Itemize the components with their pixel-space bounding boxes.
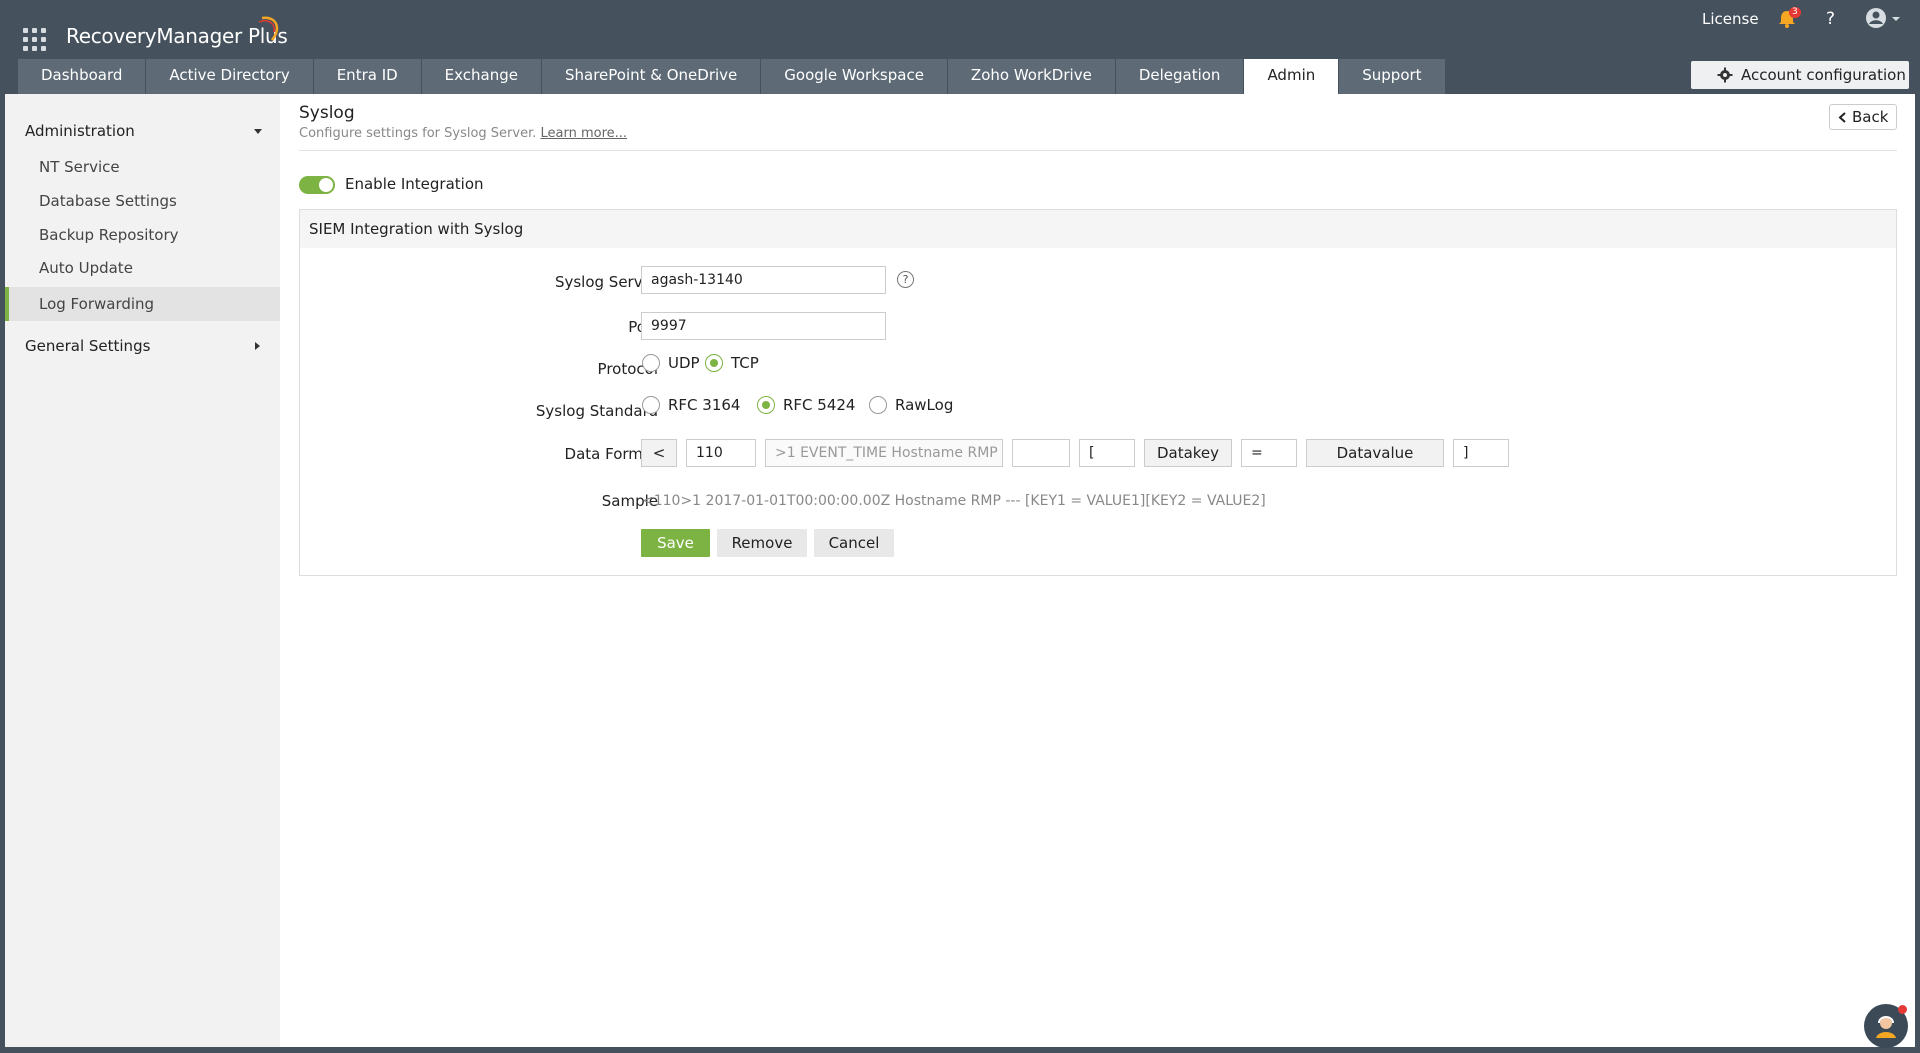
sidebar-item-auto-update[interactable]: Auto Update bbox=[5, 251, 280, 285]
main-nav-tabs: Dashboard Active Directory Entra ID Exch… bbox=[18, 59, 1446, 94]
help-icon[interactable]: ? bbox=[1826, 9, 1835, 29]
tab-delegation[interactable]: Delegation bbox=[1115, 59, 1245, 94]
tab-google-workspace[interactable]: Google Workspace bbox=[761, 59, 948, 94]
port-input[interactable]: 9997 bbox=[641, 312, 886, 340]
standard-rfc3164-radio[interactable] bbox=[642, 396, 660, 414]
app-name: RecoveryManager bbox=[66, 24, 242, 48]
standard-rfc3164-label: RFC 3164 bbox=[668, 396, 741, 414]
protocol-tcp-radio[interactable] bbox=[705, 354, 723, 372]
format-empty-input[interactable] bbox=[1012, 439, 1070, 467]
tab-zoho-workdrive[interactable]: Zoho WorkDrive bbox=[947, 59, 1116, 94]
sidebar-item-backup-repository[interactable]: Backup Repository bbox=[5, 218, 280, 252]
format-datakey-box: Datakey bbox=[1144, 439, 1232, 467]
standard-rfc5424-label: RFC 5424 bbox=[783, 396, 856, 414]
sidebar-item-database-settings[interactable]: Database Settings bbox=[5, 184, 280, 218]
license-link[interactable]: License bbox=[1702, 10, 1759, 28]
account-configuration-label: Account configuration bbox=[1741, 66, 1906, 84]
protocol-udp-radio[interactable] bbox=[642, 354, 660, 372]
syslog-server-input[interactable]: agash-13140 bbox=[641, 266, 886, 294]
learn-more-link[interactable]: Learn more... bbox=[541, 126, 628, 141]
format-datavalue-box: Datavalue bbox=[1306, 439, 1444, 467]
top-header: RecoveryManager Plus License 3 ? Dashboa… bbox=[0, 0, 1920, 94]
tab-active-directory[interactable]: Active Directory bbox=[146, 59, 314, 94]
chevron-left-icon bbox=[1838, 112, 1846, 123]
standard-rawlog-label: RawLog bbox=[895, 396, 954, 414]
app-logo[interactable]: RecoveryManager Plus bbox=[66, 24, 288, 48]
toggle-knob bbox=[319, 178, 333, 192]
gear-icon bbox=[1717, 67, 1733, 83]
tab-entra-id[interactable]: Entra ID bbox=[313, 59, 422, 94]
page-subtitle-text: Configure settings for Syslog Server. bbox=[299, 126, 537, 141]
tab-exchange[interactable]: Exchange bbox=[421, 59, 542, 94]
account-configuration-button[interactable]: Account configuration bbox=[1691, 61, 1909, 89]
chat-notification-dot bbox=[1898, 1005, 1907, 1014]
format-equals-input[interactable]: = bbox=[1241, 439, 1297, 467]
page-title: Syslog bbox=[299, 103, 355, 123]
logo-swoosh-icon bbox=[258, 16, 279, 41]
caret-right-icon bbox=[255, 342, 260, 350]
siem-integration-panel: SIEM Integration with Syslog Syslog Serv… bbox=[299, 209, 1897, 576]
tab-support[interactable]: Support bbox=[1339, 59, 1446, 94]
format-close-bracket-input[interactable]: ] bbox=[1453, 439, 1509, 467]
sidebar-section-label: Administration bbox=[25, 122, 135, 140]
format-open-bracket-input[interactable]: [ bbox=[1079, 439, 1135, 467]
sidebar-item-log-forwarding[interactable]: Log Forwarding bbox=[5, 287, 280, 321]
save-button[interactable]: Save bbox=[641, 529, 710, 557]
app-grid-icon[interactable] bbox=[23, 28, 47, 52]
syslog-standard-label: Syslog Standard bbox=[535, 402, 658, 420]
format-header-input[interactable]: >1 EVENT_TIME Hostname RMP bbox=[765, 439, 1003, 467]
format-priority-input[interactable]: 110 bbox=[686, 439, 756, 467]
help-question-icon[interactable]: ? bbox=[897, 271, 914, 288]
main-content: Syslog Configure settings for Syslog Ser… bbox=[280, 94, 1915, 1047]
sidebar: Administration NT Service Database Setti… bbox=[5, 94, 280, 1047]
standard-rfc5424-radio[interactable] bbox=[757, 396, 775, 414]
enable-integration-label: Enable Integration bbox=[345, 175, 484, 193]
sidebar-section-label: General Settings bbox=[25, 337, 151, 355]
sample-value: <110>1 2017-01-01T00:00:00.00Z Hostname … bbox=[642, 493, 1266, 509]
panel-title: SIEM Integration with Syslog bbox=[300, 210, 1896, 248]
tab-sharepoint-onedrive[interactable]: SharePoint & OneDrive bbox=[541, 59, 762, 94]
user-avatar-icon[interactable] bbox=[1864, 7, 1906, 31]
sidebar-item-nt-service[interactable]: NT Service bbox=[5, 150, 280, 184]
sidebar-section-administration[interactable]: Administration bbox=[5, 114, 280, 148]
page-subtitle: Configure settings for Syslog Server. Le… bbox=[299, 126, 627, 141]
back-button[interactable]: Back bbox=[1829, 104, 1897, 130]
tab-admin[interactable]: Admin bbox=[1244, 59, 1340, 94]
protocol-udp-label: UDP bbox=[668, 354, 700, 372]
notification-badge: 3 bbox=[1789, 7, 1801, 18]
remove-button[interactable]: Remove bbox=[717, 529, 807, 557]
cancel-button[interactable]: Cancel bbox=[814, 529, 894, 557]
enable-integration-toggle[interactable] bbox=[299, 176, 335, 194]
tab-dashboard[interactable]: Dashboard bbox=[18, 59, 147, 94]
sidebar-section-general-settings[interactable]: General Settings bbox=[5, 329, 280, 363]
title-divider bbox=[299, 150, 1897, 151]
protocol-tcp-label: TCP bbox=[731, 354, 759, 372]
back-label: Back bbox=[1852, 108, 1889, 126]
standard-rawlog-radio[interactable] bbox=[869, 396, 887, 414]
format-lt-box: < bbox=[641, 439, 677, 467]
caret-down-icon bbox=[254, 129, 262, 134]
